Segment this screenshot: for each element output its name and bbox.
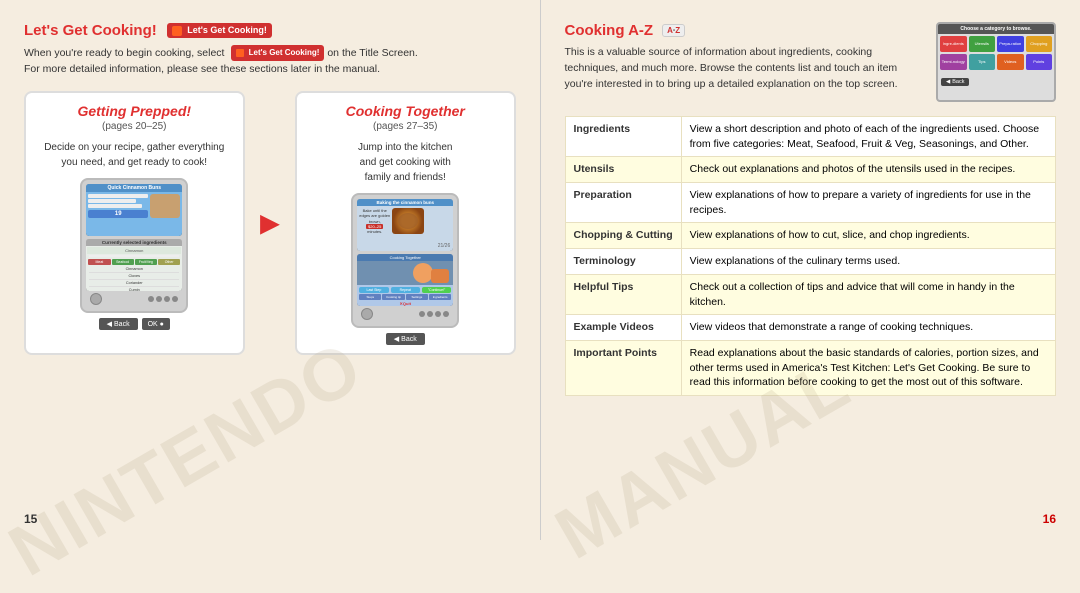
table-label: Helpful Tips [565,274,681,314]
left-section-title: Let's Get Cooking! [24,22,157,39]
card2-description: Jump into the kitchenand get cooking wit… [307,140,504,185]
table-label: Utensils [565,157,681,183]
cooking-together-card: Cooking Together (pages 27–35) Jump into… [295,91,516,355]
table-row: UtensilsCheck out explanations and photo… [565,157,1056,183]
table-label: Chopping & Cutting [565,223,681,249]
table-description: Check out explanations and photos of the… [681,157,1055,183]
card1-description: Decide on your recipe, gather everything… [36,140,233,170]
thumbnail-back-button[interactable]: ◀Back [941,78,969,86]
table-description: View explanations of the culinary terms … [681,249,1055,275]
table-row: Chopping & CuttingView explanations of h… [565,223,1056,249]
card1-subtitle: (pages 20–25) [36,121,233,132]
az-table: IngredientsView a short description and … [565,116,1057,396]
card2-subtitle: (pages 27–35) [307,121,504,132]
card1-title: Getting Prepped! [36,103,233,119]
table-label: Preparation [565,183,681,223]
table-description: Check out a collection of tips and advic… [681,274,1055,314]
card1-ok-button[interactable]: OK ● [142,318,170,330]
table-description: View explanations of how to prepare a va… [681,183,1055,223]
right-page: MANUAL Cooking A-Z A-Z This is a valuabl… [541,0,1080,540]
table-label: Ingredients [565,117,681,157]
watermark-left: NINTENDO [0,325,376,592]
getting-prepped-card: Getting Prepped! (pages 20–25) Decide on… [24,91,245,355]
table-description: View explanations of how to cut, slice, … [681,223,1055,249]
table-description: View videos that demonstrate a range of … [681,315,1055,341]
card1-back-button[interactable]: ◀Back [99,318,138,330]
left-page: NINTENDO Let's Get Cooking! Let's Get Co… [0,0,540,540]
table-row: IngredientsView a short description and … [565,117,1056,157]
cooking-az-title-area: Cooking A-Z A-Z This is a valuable sourc… [565,22,925,92]
table-row: TerminologyView explanations of the culi… [565,249,1056,275]
cards-row: Getting Prepped! (pages 20–25) Decide on… [24,91,516,355]
arrow-icon: ▶ [261,91,279,355]
cooking-az-header: Cooking A-Z A-Z This is a valuable sourc… [565,22,1057,102]
table-label: Terminology [565,249,681,275]
left-intro: When you're ready to begin cooking, sele… [24,45,516,77]
table-description: Read explanations about the basic standa… [681,340,1055,395]
table-row: PreparationView explanations of how to p… [565,183,1056,223]
table-description: View a short description and photo of ea… [681,117,1055,157]
intro-badge: Let's Get Cooking! [231,45,324,61]
table-label: Example Videos [565,315,681,341]
ingredients-label: Currently selected ingredients [86,239,182,246]
thumbnail-title: Choose a category to browse. [938,24,1054,34]
right-section-title: Cooking A-Z [565,22,654,39]
card2-back-button[interactable]: ◀Back [386,333,425,345]
cooking-az-thumbnail: Choose a category to browse. Ingre-dient… [936,22,1056,102]
cooking-az-description: This is a valuable source of information… [565,45,925,92]
screen-header: Quick Cinnamon Buns [86,184,182,192]
left-title-badge: Let's Get Cooking! [167,23,272,38]
left-page-number: 15 [24,512,37,526]
right-page-number: 16 [1043,512,1056,526]
table-row: Important PointsRead explanations about … [565,340,1056,395]
card2-title: Cooking Together [307,103,504,119]
az-badge: A-Z [662,24,685,37]
table-label: Important Points [565,340,681,395]
table-row: Helpful TipsCheck out a collection of ti… [565,274,1056,314]
table-row: Example VideosView videos that demonstra… [565,315,1056,341]
cooking-screen: Cooking Together [357,254,453,261]
